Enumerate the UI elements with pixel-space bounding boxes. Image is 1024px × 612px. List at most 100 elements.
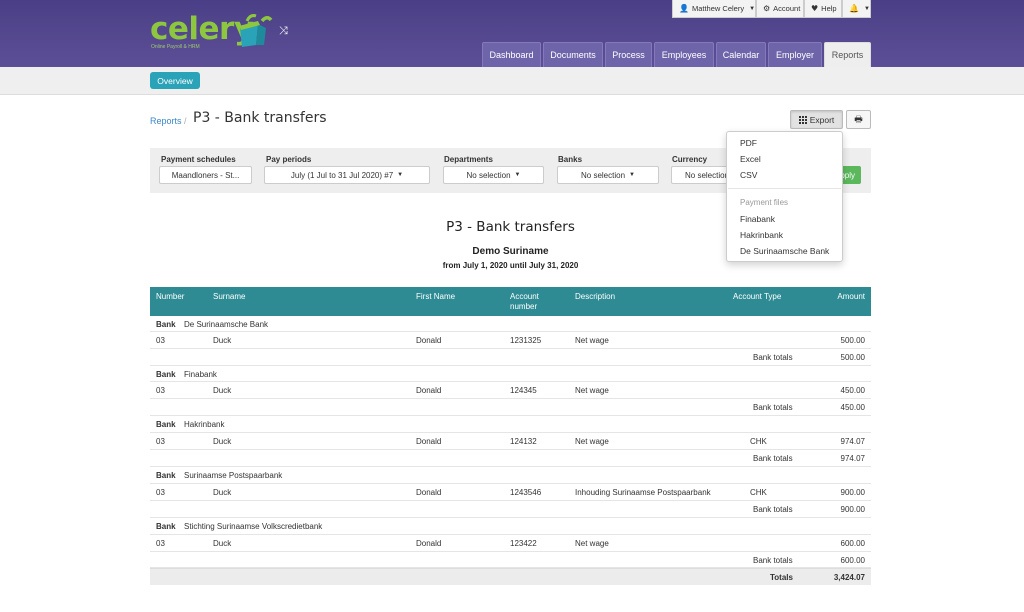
cell-account: 124132 (510, 437, 537, 446)
bank-group-row: Bank Finabank (150, 366, 871, 382)
export-pdf[interactable]: PDF (740, 138, 757, 148)
bank-group-row: Bank Hakrinbank (150, 416, 871, 433)
bank-label: Bank (156, 522, 176, 531)
cell-surname: Duck (213, 386, 232, 395)
grand-totals-amount: 3,424.07 (833, 573, 865, 582)
bank-group-row: Bank Stichting Surinaamse Volkscredietba… (150, 518, 871, 535)
bank-group-row: Bank Surinaamse Postspaarbank (150, 467, 871, 484)
export-csv[interactable]: CSV (740, 170, 757, 180)
bank-totals-label: Bank totals (753, 454, 793, 463)
grid-icon (798, 115, 807, 124)
breadcrumb-reports[interactable]: Reports (150, 116, 182, 126)
account-link[interactable]: ⚙ Account (756, 0, 804, 18)
currency-value: No selection (685, 170, 730, 180)
bank-name: Hakrinbank (184, 420, 225, 429)
export-excel[interactable]: Excel (740, 154, 761, 164)
col-account-number-line1: Account (510, 292, 539, 301)
col-account-type: Account Type (733, 292, 782, 301)
payment-schedules-label: Payment schedules (161, 155, 236, 164)
nav-process[interactable]: Process (605, 42, 652, 67)
shuffle-icon[interactable]: ⤨ (279, 24, 288, 38)
export-button[interactable]: Export (790, 110, 843, 129)
cell-description: Net wage (575, 336, 609, 345)
account-label: Account (773, 4, 801, 13)
heart-icon: ♥ (811, 4, 819, 13)
export-dropdown-menu: PDF Excel CSV Payment files Finabank Hak… (726, 131, 843, 262)
bell-icon: 🔔 (849, 4, 859, 13)
col-account-number: Account number (510, 292, 539, 312)
user-name: Matthew Celery (691, 4, 745, 13)
bank-totals-row: Bank totals 900.00 (150, 501, 871, 518)
breadcrumb-separator: / (184, 116, 187, 126)
dropdown-divider (728, 188, 841, 189)
col-first-name: First Name (416, 292, 456, 301)
cell-first-name: Donald (416, 437, 442, 446)
table-row: 03 Duck Donald 124345 Net wage 450.00 (150, 382, 871, 399)
cell-amount: 900.00 (840, 488, 865, 497)
payment-schedules-select[interactable]: Maandloners - St... (159, 166, 252, 184)
pay-periods-value: July (1 Jul to 31 Jul 2020) #7 (290, 170, 394, 180)
chevron-down-icon: ▼ (397, 172, 404, 178)
cell-description: Net wage (575, 437, 609, 446)
col-description: Description (575, 292, 616, 301)
cell-surname: Duck (213, 539, 232, 548)
departments-select[interactable]: No selection ▼ (443, 166, 544, 184)
print-button[interactable]: 🖶 (846, 110, 871, 129)
table-row: 03 Duck Donald 124132 Net wage CHK 974.0… (150, 433, 871, 450)
help-link[interactable]: ♥ Help (804, 0, 842, 18)
grand-totals-row: Totals 3,424.07 (150, 568, 871, 585)
banks-value: No selection (581, 170, 626, 180)
celery-logo-icon (239, 14, 273, 47)
payment-schedules-value: Maandloners - St... (171, 170, 240, 180)
cell-account: 1231325 (510, 336, 542, 345)
cell-account: 1243546 (510, 488, 542, 497)
table-row: 03 Duck Donald 123422 Net wage 600.00 (150, 535, 871, 552)
help-label: Help (821, 4, 837, 13)
payment-file-hakrinbank[interactable]: Hakrinbank (740, 230, 783, 240)
nav-calendar[interactable]: Calendar (716, 42, 766, 67)
nav-documents[interactable]: Documents (543, 42, 603, 67)
cell-account-type: CHK (750, 488, 767, 497)
bank-name: Stichting Surinaamse Volkscredietbank (184, 522, 323, 531)
report-period: from July 1, 2020 until July 31, 2020 (442, 261, 579, 270)
departments-label: Departments (444, 155, 493, 164)
banks-select[interactable]: No selection ▼ (557, 166, 659, 184)
cell-amount: 450.00 (840, 386, 865, 395)
cell-number: 03 (156, 488, 165, 497)
bank-label: Bank (156, 370, 176, 379)
overview-button[interactable]: Overview (150, 72, 200, 89)
bank-totals-amount: 450.00 (840, 403, 865, 412)
nav-employees[interactable]: Employees (654, 42, 714, 67)
bank-label: Bank (156, 320, 176, 329)
bank-group-row: Bank De Surinaamsche Bank (150, 316, 871, 332)
bank-totals-row: Bank totals 450.00 (150, 399, 871, 416)
cell-first-name: Donald (416, 386, 442, 395)
grand-totals-label: Totals (770, 573, 793, 582)
nav-employer[interactable]: Employer (768, 42, 822, 67)
bank-totals-amount: 500.00 (840, 353, 865, 362)
departments-value: No selection (466, 170, 511, 180)
currency-label: Currency (672, 155, 708, 164)
nav-dashboard[interactable]: Dashboard (482, 42, 541, 67)
user-menu[interactable]: 👤 Matthew Celery ▼ (672, 0, 756, 18)
notifications-menu[interactable]: 🔔 ▼ (842, 0, 871, 18)
bank-name: Surinaamse Postspaarbank (184, 471, 283, 480)
cell-account: 124345 (510, 386, 537, 395)
cell-number: 03 (156, 336, 165, 345)
chevron-down-icon: ▼ (514, 172, 521, 178)
cell-surname: Duck (213, 437, 232, 446)
bank-totals-label: Bank totals (753, 505, 793, 514)
payment-file-de-surinaamsche-bank[interactable]: De Surinaamsche Bank (740, 246, 829, 256)
gear-icon: ⚙ (763, 4, 771, 13)
chevron-down-icon: ▼ (629, 172, 635, 178)
table-row: 03 Duck Donald 1231325 Net wage 500.00 (150, 332, 871, 349)
payment-file-finabank[interactable]: Finabank (740, 214, 775, 224)
bank-name: Finabank (184, 370, 217, 379)
pay-periods-label: Pay periods (266, 155, 312, 164)
bank-label: Bank (156, 471, 176, 480)
nav-reports[interactable]: Reports (824, 42, 871, 67)
pay-periods-select[interactable]: July (1 Jul to 31 Jul 2020) #7 ▼ (264, 166, 430, 184)
cell-surname: Duck (213, 336, 232, 345)
col-number: Number (156, 292, 185, 301)
bank-totals-row: Bank totals 500.00 (150, 349, 871, 366)
